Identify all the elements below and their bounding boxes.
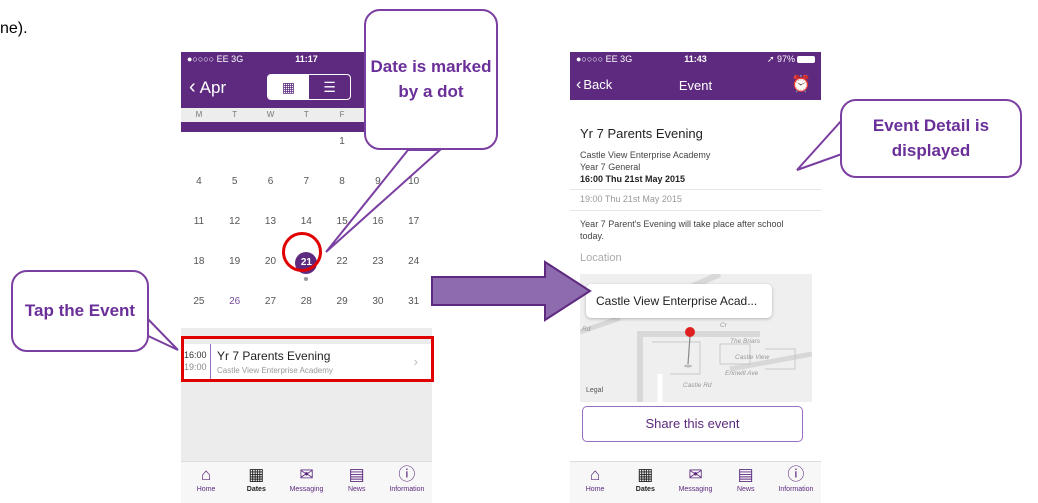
annotation-detail-displayed: Event Detail is displayed: [840, 99, 1022, 178]
annotation-tap-event: Tap the Event: [11, 270, 149, 352]
detail-callout-tail: [796, 117, 843, 171]
tap-callout-tail: [143, 312, 179, 351]
date-highlight-circle: [282, 232, 322, 272]
annotation-date-marked: Date is marked by a dot: [364, 9, 498, 150]
event-highlight-box: [181, 336, 434, 382]
annotation-overlay: [143, 117, 843, 351]
date-callout-tail: [325, 149, 443, 253]
flow-arrow: [431, 260, 592, 322]
